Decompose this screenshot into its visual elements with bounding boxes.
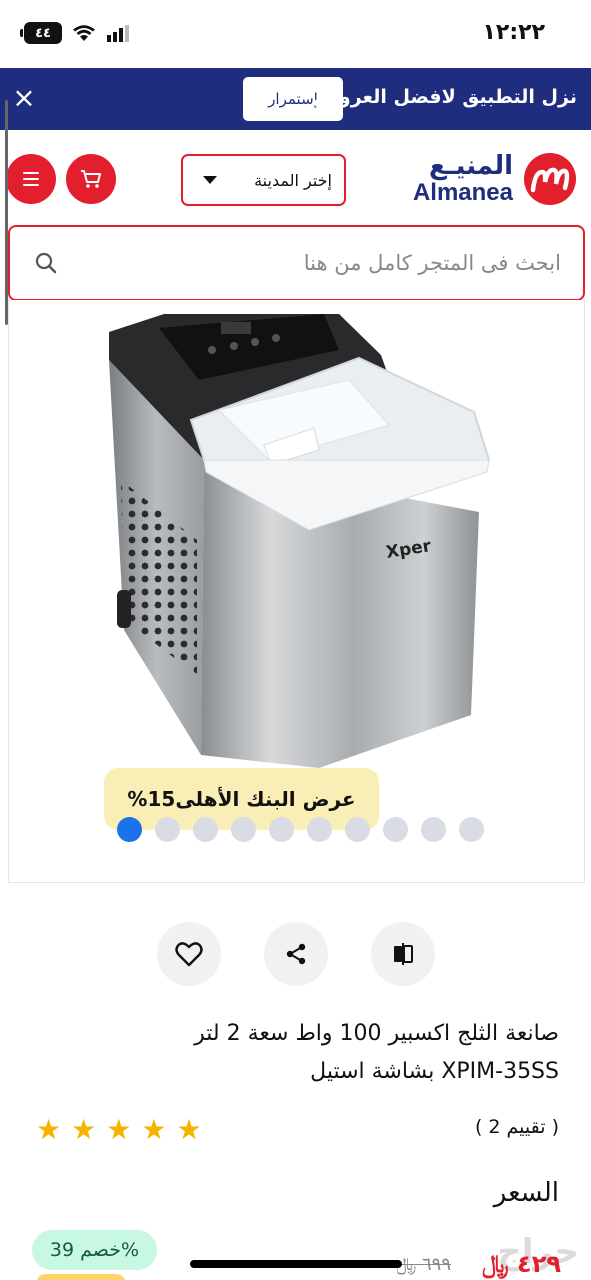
rating-stars: ★ ★ ★ ★ ★ [36, 1116, 202, 1144]
site-header: إختر المدينة المنيـع Almanea [0, 130, 591, 224]
old-price-value: ٦٩٩ [421, 1254, 451, 1275]
product-image[interactable]: Xper [9, 300, 584, 770]
cart-icon [81, 170, 101, 188]
wishlist-button[interactable] [157, 922, 221, 986]
compare-button[interactable] [371, 922, 435, 986]
gallery-dot[interactable] [117, 817, 142, 842]
battery-icon: ٤٤ [20, 22, 62, 44]
currency-icon: ﷼ [482, 1250, 509, 1278]
close-icon[interactable]: × [10, 84, 38, 112]
rating-count[interactable]: ( 2 تقييم ) [475, 1116, 559, 1138]
star-icon: ★ [36, 1113, 62, 1146]
wifi-icon [73, 25, 95, 41]
share-icon [286, 943, 306, 965]
gallery-dot[interactable] [307, 817, 332, 842]
gallery-dot[interactable] [459, 817, 484, 842]
cart-button[interactable] [66, 154, 116, 204]
price-label: السعر [493, 1178, 559, 1208]
logo-icon [524, 153, 576, 205]
star-icon: ★ [106, 1113, 132, 1146]
promo-badge-partial [36, 1274, 126, 1280]
menu-icon [23, 172, 39, 186]
product-title: صانعة الثلج اكسبير 100 واط سعة 2 لتر بشا… [59, 1015, 559, 1091]
old-price: ٦٩٩ ﷼ [396, 1254, 451, 1275]
home-indicator[interactable] [190, 1260, 402, 1268]
status-icons: ٤٤ [20, 22, 130, 44]
promo-text: نزل التطبيق لافضل العروض [313, 86, 577, 108]
gallery-dot[interactable] [345, 817, 370, 842]
menu-button[interactable] [6, 154, 56, 204]
scrollbar [5, 100, 8, 325]
gallery-dot[interactable] [421, 817, 446, 842]
city-select-label: إختر المدينة [254, 170, 332, 190]
gallery-dot[interactable] [269, 817, 294, 842]
product-gallery[interactable]: Xper %عرض البنك الأهلى15 [8, 300, 585, 883]
gallery-dot[interactable] [383, 817, 408, 842]
battery-level: ٤٤ [35, 25, 51, 41]
share-button[interactable] [264, 922, 328, 986]
search-placeholder: ابحث فى المتجر كامل من هنا [303, 251, 561, 275]
search-icon[interactable] [34, 251, 58, 275]
app-promo-banner: × إستمرار نزل التطبيق لافضل العروض [0, 68, 591, 130]
gallery-dots [117, 817, 484, 842]
status-bar: ١٢:٢٢ ٤٤ [0, 0, 591, 68]
gallery-dot[interactable] [231, 817, 256, 842]
current-price-value: ٤٢٩ [517, 1250, 561, 1278]
search-input[interactable]: ابحث فى المتجر كامل من هنا [8, 225, 585, 301]
product-title-line-2: بشاشة استيل XPIM-35SS [310, 1059, 559, 1084]
star-icon: ★ [141, 1113, 167, 1146]
current-price: ٤٢٩ ﷼ [482, 1250, 561, 1278]
compare-icon [394, 943, 413, 965]
city-select[interactable]: إختر المدينة [181, 154, 346, 206]
bank-offer-text: %عرض البنك الأهلى15 [127, 787, 356, 811]
logo-english-text: Almanea [412, 179, 513, 206]
gallery-dot[interactable] [193, 817, 218, 842]
logo-arabic-text: المنيـع [429, 151, 513, 181]
star-icon: ★ [71, 1113, 97, 1146]
discount-badge: خصم 39% [32, 1230, 157, 1270]
caret-down-icon [203, 176, 217, 184]
product-title-line-1: صانعة الثلج اكسبير 100 واط سعة 2 لتر [194, 1021, 559, 1046]
star-icon: ★ [176, 1113, 202, 1146]
heart-icon [175, 942, 203, 967]
site-logo[interactable]: المنيـع Almanea [413, 152, 577, 206]
gallery-dot[interactable] [155, 817, 180, 842]
status-time: ١٢:٢٢ [482, 20, 545, 45]
signal-icon [107, 25, 129, 42]
